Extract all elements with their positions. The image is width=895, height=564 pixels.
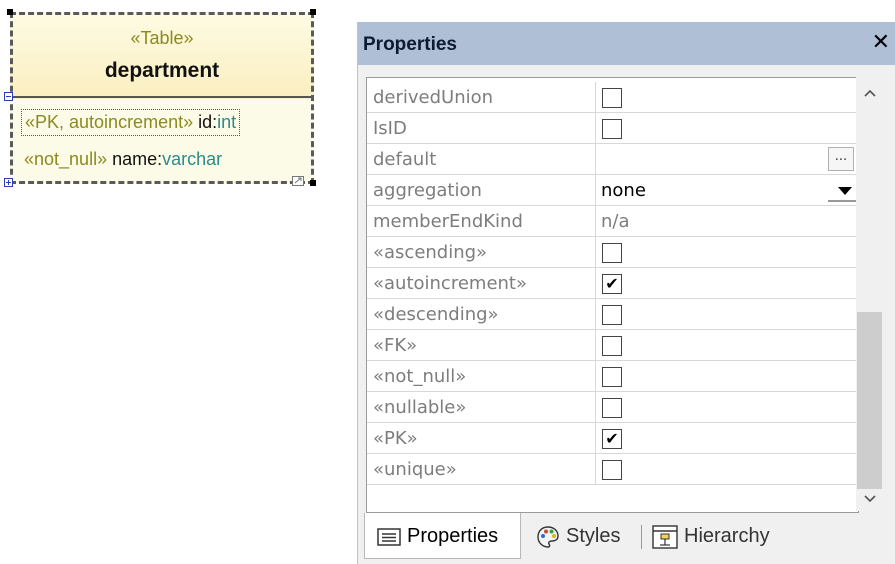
resize-handle-top-left[interactable] [7,9,13,15]
scroll-up-icon[interactable] [856,83,884,103]
default-value-field[interactable]: ... [597,144,858,174]
tab-label: Hierarchy [684,525,770,547]
property-label: «not_null» [367,361,596,391]
property-row-autoincrement[interactable]: «autoincrement» ✔ [367,268,858,299]
derivedunion-checkbox[interactable] [602,88,622,108]
properties-titlebar[interactable]: Properties ✕ [358,22,895,65]
property-row-unique[interactable]: «unique» [367,454,858,485]
property-row-fk[interactable]: «FK» [367,330,858,361]
properties-icon [377,527,401,546]
unique-checkbox[interactable] [602,460,622,480]
attribute-type: int [217,112,237,132]
property-label: default [367,144,596,174]
compartment-divider [13,96,311,98]
hierarchy-icon [652,525,678,549]
property-row-pk[interactable]: «PK» ✔ [367,423,858,454]
resize-handle-top-right[interactable] [310,9,316,15]
property-row-descending[interactable]: «descending» [367,299,858,330]
resize-handle-bottom-right[interactable] [310,180,316,186]
attribute-name: id [198,112,213,132]
property-row-not-null[interactable]: «not_null» [367,361,858,392]
fk-checkbox[interactable] [602,336,622,356]
property-row-ascending[interactable]: «ascending» [367,237,858,268]
tab-label: Properties [407,525,499,547]
tab-label: Styles [566,525,621,547]
property-label: «unique» [367,454,596,484]
isid-checkbox[interactable] [602,119,622,139]
property-grid: derivedUnion IsID default ... aggregatio… [366,77,859,513]
property-row-aggregation[interactable]: aggregation none [367,175,858,206]
attribute-stereotype: «not_null» [24,149,108,169]
property-label: aggregation [367,175,596,205]
property-row-derivedunion[interactable]: derivedUnion [367,82,858,113]
property-row-nullable[interactable]: «nullable» [367,392,858,423]
property-label: derivedUnion [367,82,596,112]
nullable-checkbox[interactable] [602,398,622,418]
tab-hierarchy[interactable]: Hierarchy [650,513,770,559]
property-label: «PK» [367,423,596,453]
property-label: memberEndKind [367,206,596,236]
property-row-default[interactable]: default ... [367,144,858,175]
autosize-icon[interactable] [292,176,304,186]
property-label: «autoincrement» [367,268,596,298]
collapse-compartment-icon[interactable] [4,92,13,101]
attribute-row-id[interactable]: «PK, autoincrement» id:int [21,109,241,136]
tab-properties[interactable]: Properties [364,513,521,559]
autoincrement-checkbox[interactable]: ✔ [602,274,622,294]
dropdown-arrow-icon[interactable] [838,187,852,195]
properties-window: Properties ✕ derivedUnion IsID default .… [357,22,895,564]
memberendkind-value: n/a [601,211,630,232]
attribute-stereotype: «PK, autoincrement» [25,112,194,132]
tab-styles[interactable]: Styles [532,513,620,559]
aggregation-dropdown[interactable]: none [597,175,858,205]
ascending-checkbox[interactable] [602,243,622,263]
uml-table-frame[interactable]: «Table» department «PK, autoincrement» i… [10,12,314,184]
aggregation-value: none [601,180,646,201]
tab-separator [641,525,642,549]
ellipsis-button[interactable]: ... [828,147,854,171]
bottom-tab-bar: Properties Styles Hierarchy [358,513,895,564]
property-label: «FK» [367,330,596,360]
expand-compartment-icon[interactable] [4,178,13,187]
property-row-isid[interactable]: IsID [367,113,858,144]
scroll-down-icon[interactable] [856,489,884,509]
close-icon[interactable]: ✕ [872,30,890,55]
property-label: «nullable» [367,392,596,422]
attribute-name: name [112,149,158,169]
dropdown-underline [828,200,856,202]
palette-icon [537,526,559,548]
table-stereotype: «Table» [130,28,194,48]
table-name[interactable]: department [13,59,311,83]
pk-checkbox[interactable]: ✔ [602,429,622,449]
property-row-memberendkind[interactable]: memberEndKind n/a [367,206,858,237]
uml-table-shape[interactable]: «Table» department «PK, autoincrement» i… [4,9,316,187]
vertical-scrollbar[interactable] [856,77,884,511]
property-label: IsID [367,113,596,143]
scrollbar-thumb[interactable] [857,312,882,489]
property-label: «descending» [367,299,596,329]
attribute-row-name[interactable]: «not_null» name:varchar [24,149,222,170]
attribute-type: varchar [162,149,223,169]
properties-title: Properties [363,34,457,55]
property-label: «ascending» [367,237,596,267]
not-null-checkbox[interactable] [602,367,622,387]
descending-checkbox[interactable] [602,305,622,325]
